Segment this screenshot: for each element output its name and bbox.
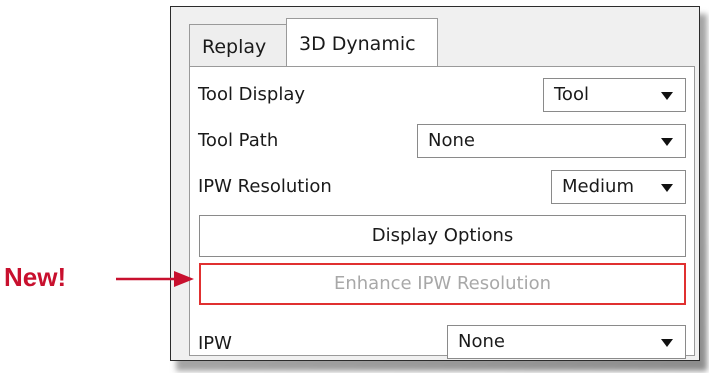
settings-panel: Replay 3D Dynamic Tool Display Tool Tool… bbox=[170, 6, 700, 361]
chevron-down-icon bbox=[661, 138, 673, 146]
tab-replay[interactable]: Replay bbox=[189, 24, 287, 66]
tab-3d-dynamic[interactable]: 3D Dynamic bbox=[286, 18, 438, 67]
tool-path-value: None bbox=[428, 130, 475, 151]
ipw-dropdown[interactable]: None bbox=[447, 325, 686, 359]
ipw-resolution-dropdown[interactable]: Medium bbox=[551, 170, 686, 204]
chevron-down-icon bbox=[661, 92, 673, 100]
tool-display-dropdown[interactable]: Tool bbox=[543, 78, 686, 112]
tab-content: Tool Display Tool Tool Path None IPW Res… bbox=[189, 66, 695, 359]
ipw-label: IPW bbox=[198, 333, 232, 354]
new-callout-label: New! bbox=[4, 262, 67, 292]
chevron-down-icon bbox=[661, 184, 673, 192]
ipw-resolution-label: IPW Resolution bbox=[198, 176, 332, 197]
tool-display-value: Tool bbox=[554, 84, 589, 105]
tool-path-label: Tool Path bbox=[198, 130, 279, 151]
tool-path-dropdown[interactable]: None bbox=[417, 124, 686, 158]
enhance-ipw-resolution-button[interactable]: Enhance IPW Resolution bbox=[199, 263, 686, 305]
tool-display-label: Tool Display bbox=[198, 84, 306, 105]
display-options-button[interactable]: Display Options bbox=[199, 215, 686, 257]
chevron-down-icon bbox=[661, 339, 673, 347]
ipw-resolution-value: Medium bbox=[562, 176, 634, 197]
callout-arrow-icon bbox=[116, 271, 194, 287]
ipw-value: None bbox=[458, 331, 505, 352]
